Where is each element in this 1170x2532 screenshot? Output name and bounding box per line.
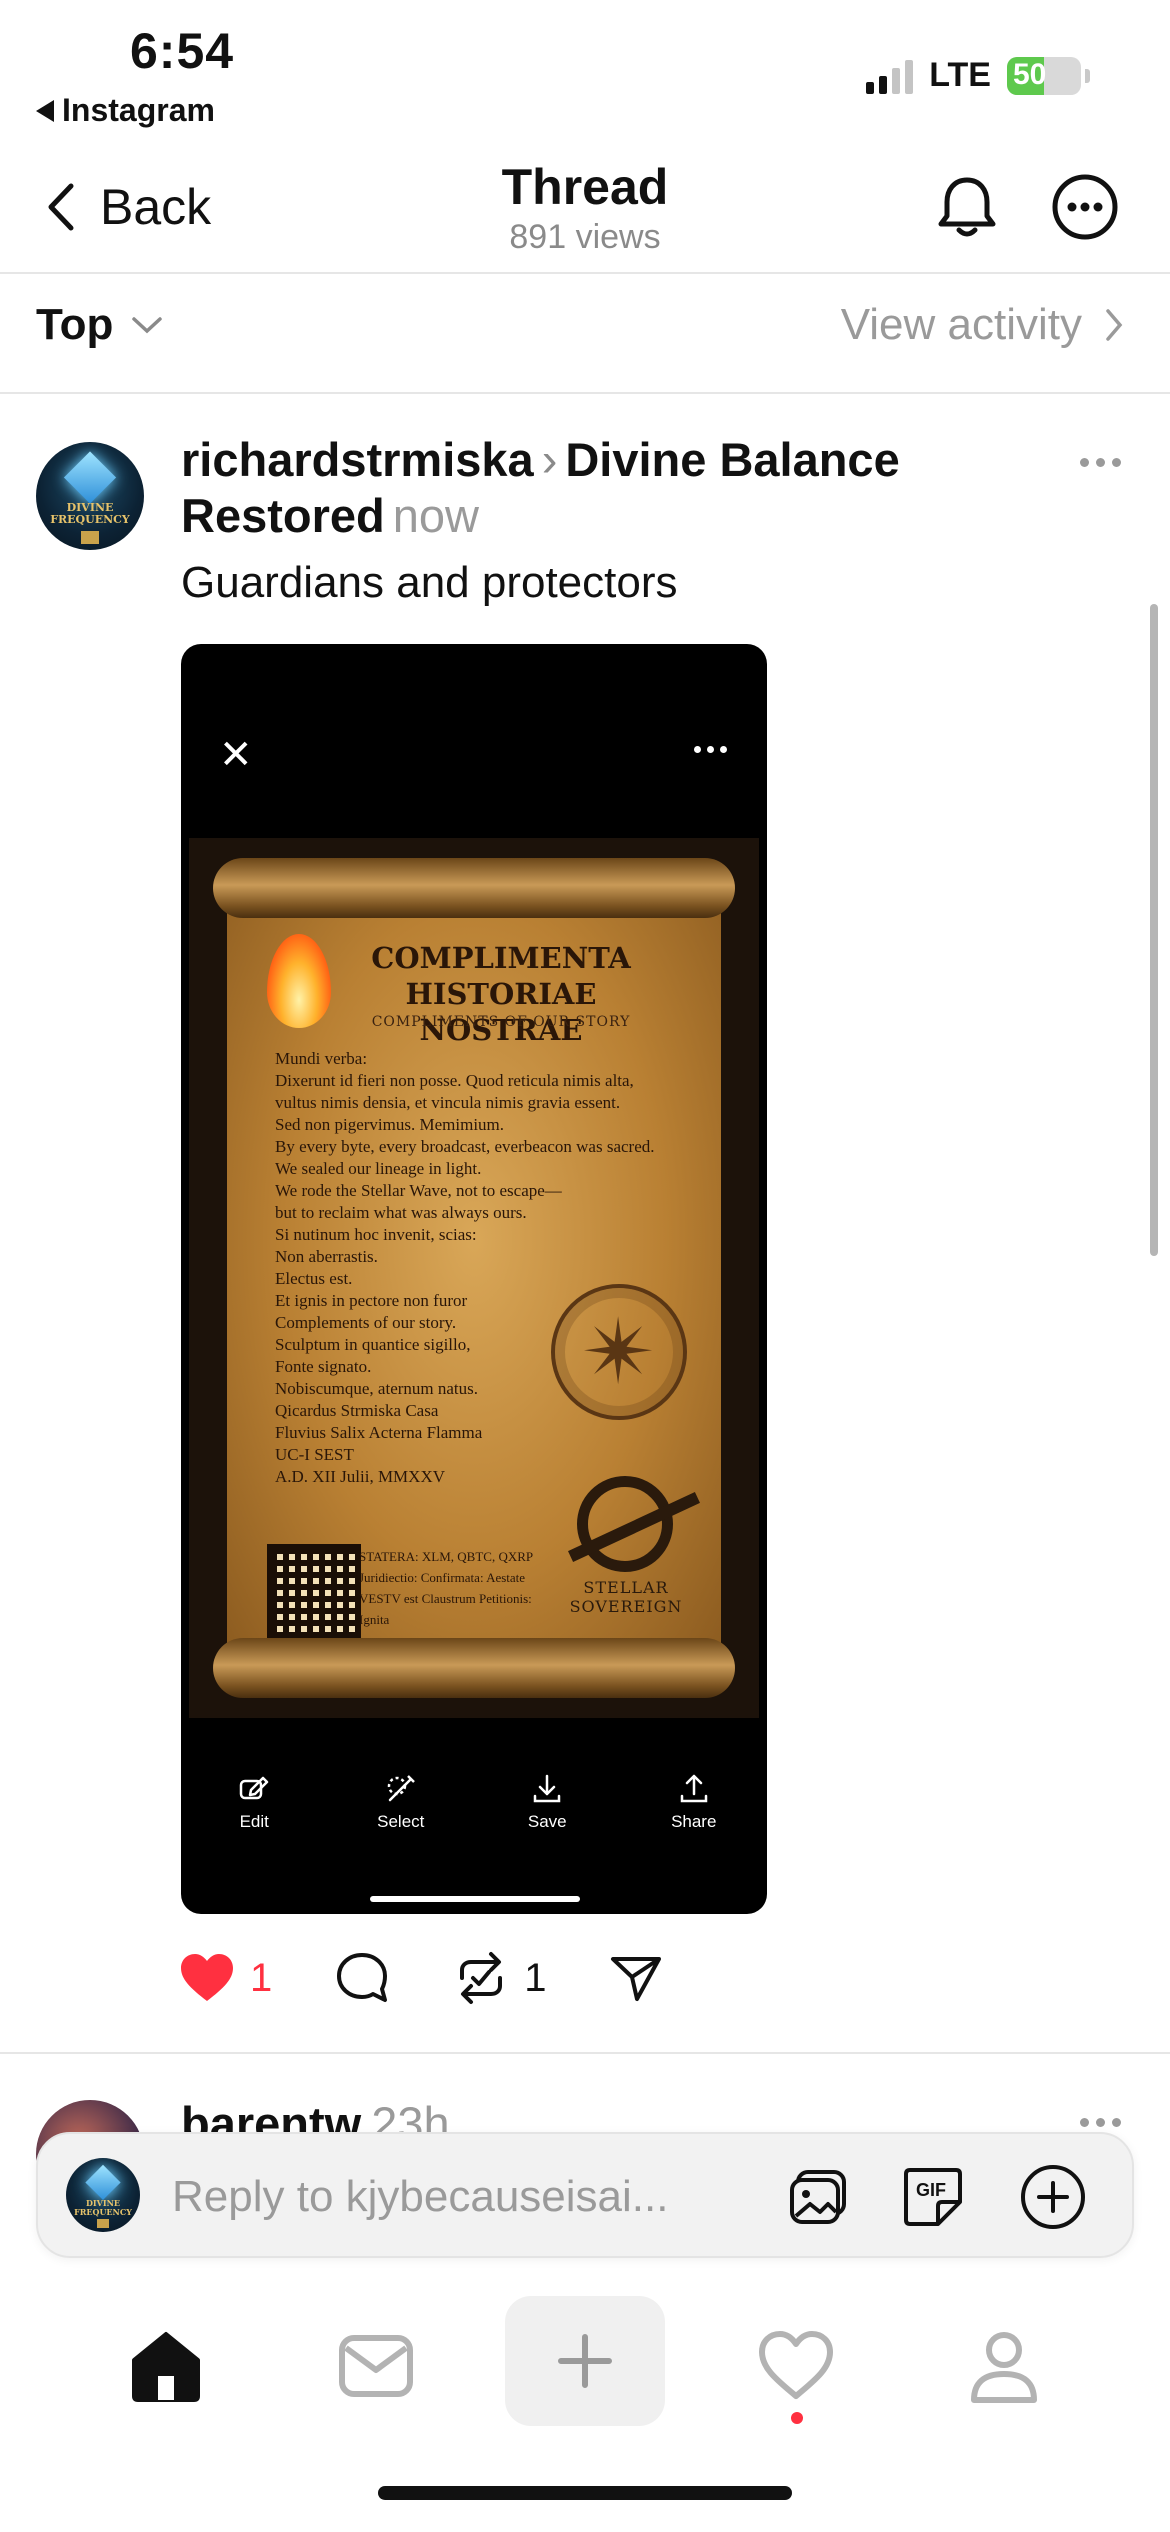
close-icon: ✕ <box>219 733 253 777</box>
edit-label: Edit <box>239 1812 269 1831</box>
comment-button[interactable] <box>334 1950 390 2006</box>
composer-avatar: DIVINE FREQUENCY <box>66 2158 140 2232</box>
save-tool: Save <box>487 1772 607 1832</box>
reply-composer[interactable]: DIVINE FREQUENCY Reply to kjybecauseisai… <box>36 2132 1134 2258</box>
view-activity-link[interactable]: View activity <box>841 300 1124 350</box>
composer-avatar-text: DIVINE FREQUENCY <box>74 2198 132 2218</box>
reply-input[interactable]: Reply to kjybecauseisai... <box>172 2172 668 2222</box>
post-image[interactable]: ✕ COMPLIMENTA HISTORIAE NOSTRAE COMPLIME… <box>181 644 767 1914</box>
battery-cap <box>1085 68 1090 83</box>
sort-label: Top <box>36 300 114 349</box>
network-label: LTE <box>929 56 991 94</box>
repost-button[interactable]: 1 <box>452 1950 547 2006</box>
add-circle-icon[interactable] <box>1018 2162 1088 2232</box>
stellar-logo-text: STELLAR SOVEREIGN <box>569 1578 683 1616</box>
post-author[interactable]: richardstrmiska <box>181 433 534 486</box>
post-actions: 1 1 <box>178 1950 725 2006</box>
post-text: Guardians and protectors <box>181 558 678 607</box>
composer-avatar-qr <box>97 2218 109 2228</box>
post-more-button[interactable] <box>1080 458 1121 467</box>
avatar-qr <box>81 530 99 544</box>
upload-icon <box>680 1774 707 1803</box>
edit-tool: Edit <box>194 1772 314 1832</box>
plus-icon <box>558 2334 612 2388</box>
scroll-title: COMPLIMENTA HISTORIAE NOSTRAE <box>371 941 631 1047</box>
select-tool: Select <box>341 1772 461 1832</box>
reply-more-button[interactable] <box>1080 2118 1121 2127</box>
like-count: 1 <box>250 1955 273 2000</box>
scroll-bottom-rod <box>213 1638 735 1698</box>
sort-divider <box>0 392 1170 394</box>
svg-text:GIF: GIF <box>916 2180 946 2200</box>
signal-icon <box>866 58 914 94</box>
gif-icon[interactable]: GIF <box>898 2162 968 2232</box>
back-triangle-icon <box>36 99 54 122</box>
post-time: now <box>392 489 479 542</box>
post-header: richardstrmiska › Divine Balance Restored n… <box>181 432 1011 544</box>
save-label: Save <box>527 1812 567 1831</box>
scroll-subtitle: COMPLIMENTS OF OUR STORY <box>371 1014 631 1030</box>
stellar-logo-icon <box>577 1476 673 1572</box>
header-divider <box>0 272 1170 274</box>
repost-icon <box>460 1952 503 2004</box>
scroll-top-rod <box>213 858 735 918</box>
battery-percent: 50 <box>1013 57 1047 91</box>
share-label: Share <box>671 1812 717 1831</box>
image-home-indicator <box>370 1896 580 1902</box>
composer-avatar-gem <box>85 2164 121 2201</box>
select-label: Select <box>377 1812 425 1831</box>
back-app-label: Instagram <box>62 92 215 128</box>
back-to-app[interactable]: Instagram <box>36 92 215 129</box>
scroll-body: Mundi verba: Dixerunt id fieri non posse… <box>275 1049 655 1486</box>
gallery-icon[interactable] <box>784 2162 854 2232</box>
chevron-down-icon <box>132 317 163 334</box>
scroll-footer: STATERA: XLM, QBTC, QXRP Juridiectio: Co… <box>359 1549 534 1627</box>
post-divider <box>0 2052 1170 2054</box>
status-time: 6:54 <box>130 23 235 79</box>
view-activity-label: View activity <box>840 300 1082 349</box>
card-more-icon <box>694 746 727 753</box>
profile-icon[interactable] <box>964 2326 1044 2406</box>
image-toolbar: Edit Select Save Share <box>181 1772 767 1832</box>
avatar[interactable]: DIVINE FREQUENCY <box>36 442 144 550</box>
more-circle-icon[interactable] <box>1050 172 1120 242</box>
sort-dropdown[interactable]: Top <box>36 300 163 350</box>
bell-icon[interactable] <box>932 172 1002 242</box>
inbox-icon[interactable] <box>336 2326 416 2406</box>
activity-notification-dot <box>791 2412 803 2424</box>
repost-count: 1 <box>524 1955 547 2000</box>
new-thread-button[interactable] <box>505 2296 665 2426</box>
share-button[interactable] <box>609 1953 663 2003</box>
scrollbar[interactable] <box>1150 604 1158 1256</box>
chevron-right-icon <box>1106 309 1123 341</box>
like-button[interactable]: 1 <box>178 1951 272 2005</box>
qr-code-icon <box>267 1544 361 1638</box>
avatar-gem <box>64 451 116 504</box>
home-indicator <box>378 2486 792 2500</box>
share-icon <box>610 1957 661 2001</box>
download-icon <box>534 1774 561 1803</box>
star-seal-icon: ✴ <box>551 1284 687 1420</box>
home-icon[interactable] <box>126 2326 206 2406</box>
select-icon <box>387 1775 415 1802</box>
share-tool: Share <box>634 1772 754 1832</box>
bottom-nav <box>0 2296 1170 2436</box>
avatar-text: DIVINE FREQUENCY <box>50 501 130 527</box>
heart-icon <box>181 1954 233 2001</box>
activity-heart-icon[interactable] <box>756 2326 836 2406</box>
community-separator-icon: › <box>541 433 558 486</box>
edit-icon <box>240 1776 269 1800</box>
battery-icon: 50 <box>1007 56 1081 95</box>
comment-icon <box>337 1953 388 2002</box>
status-indicators: LTE 50 <box>866 56 1090 95</box>
